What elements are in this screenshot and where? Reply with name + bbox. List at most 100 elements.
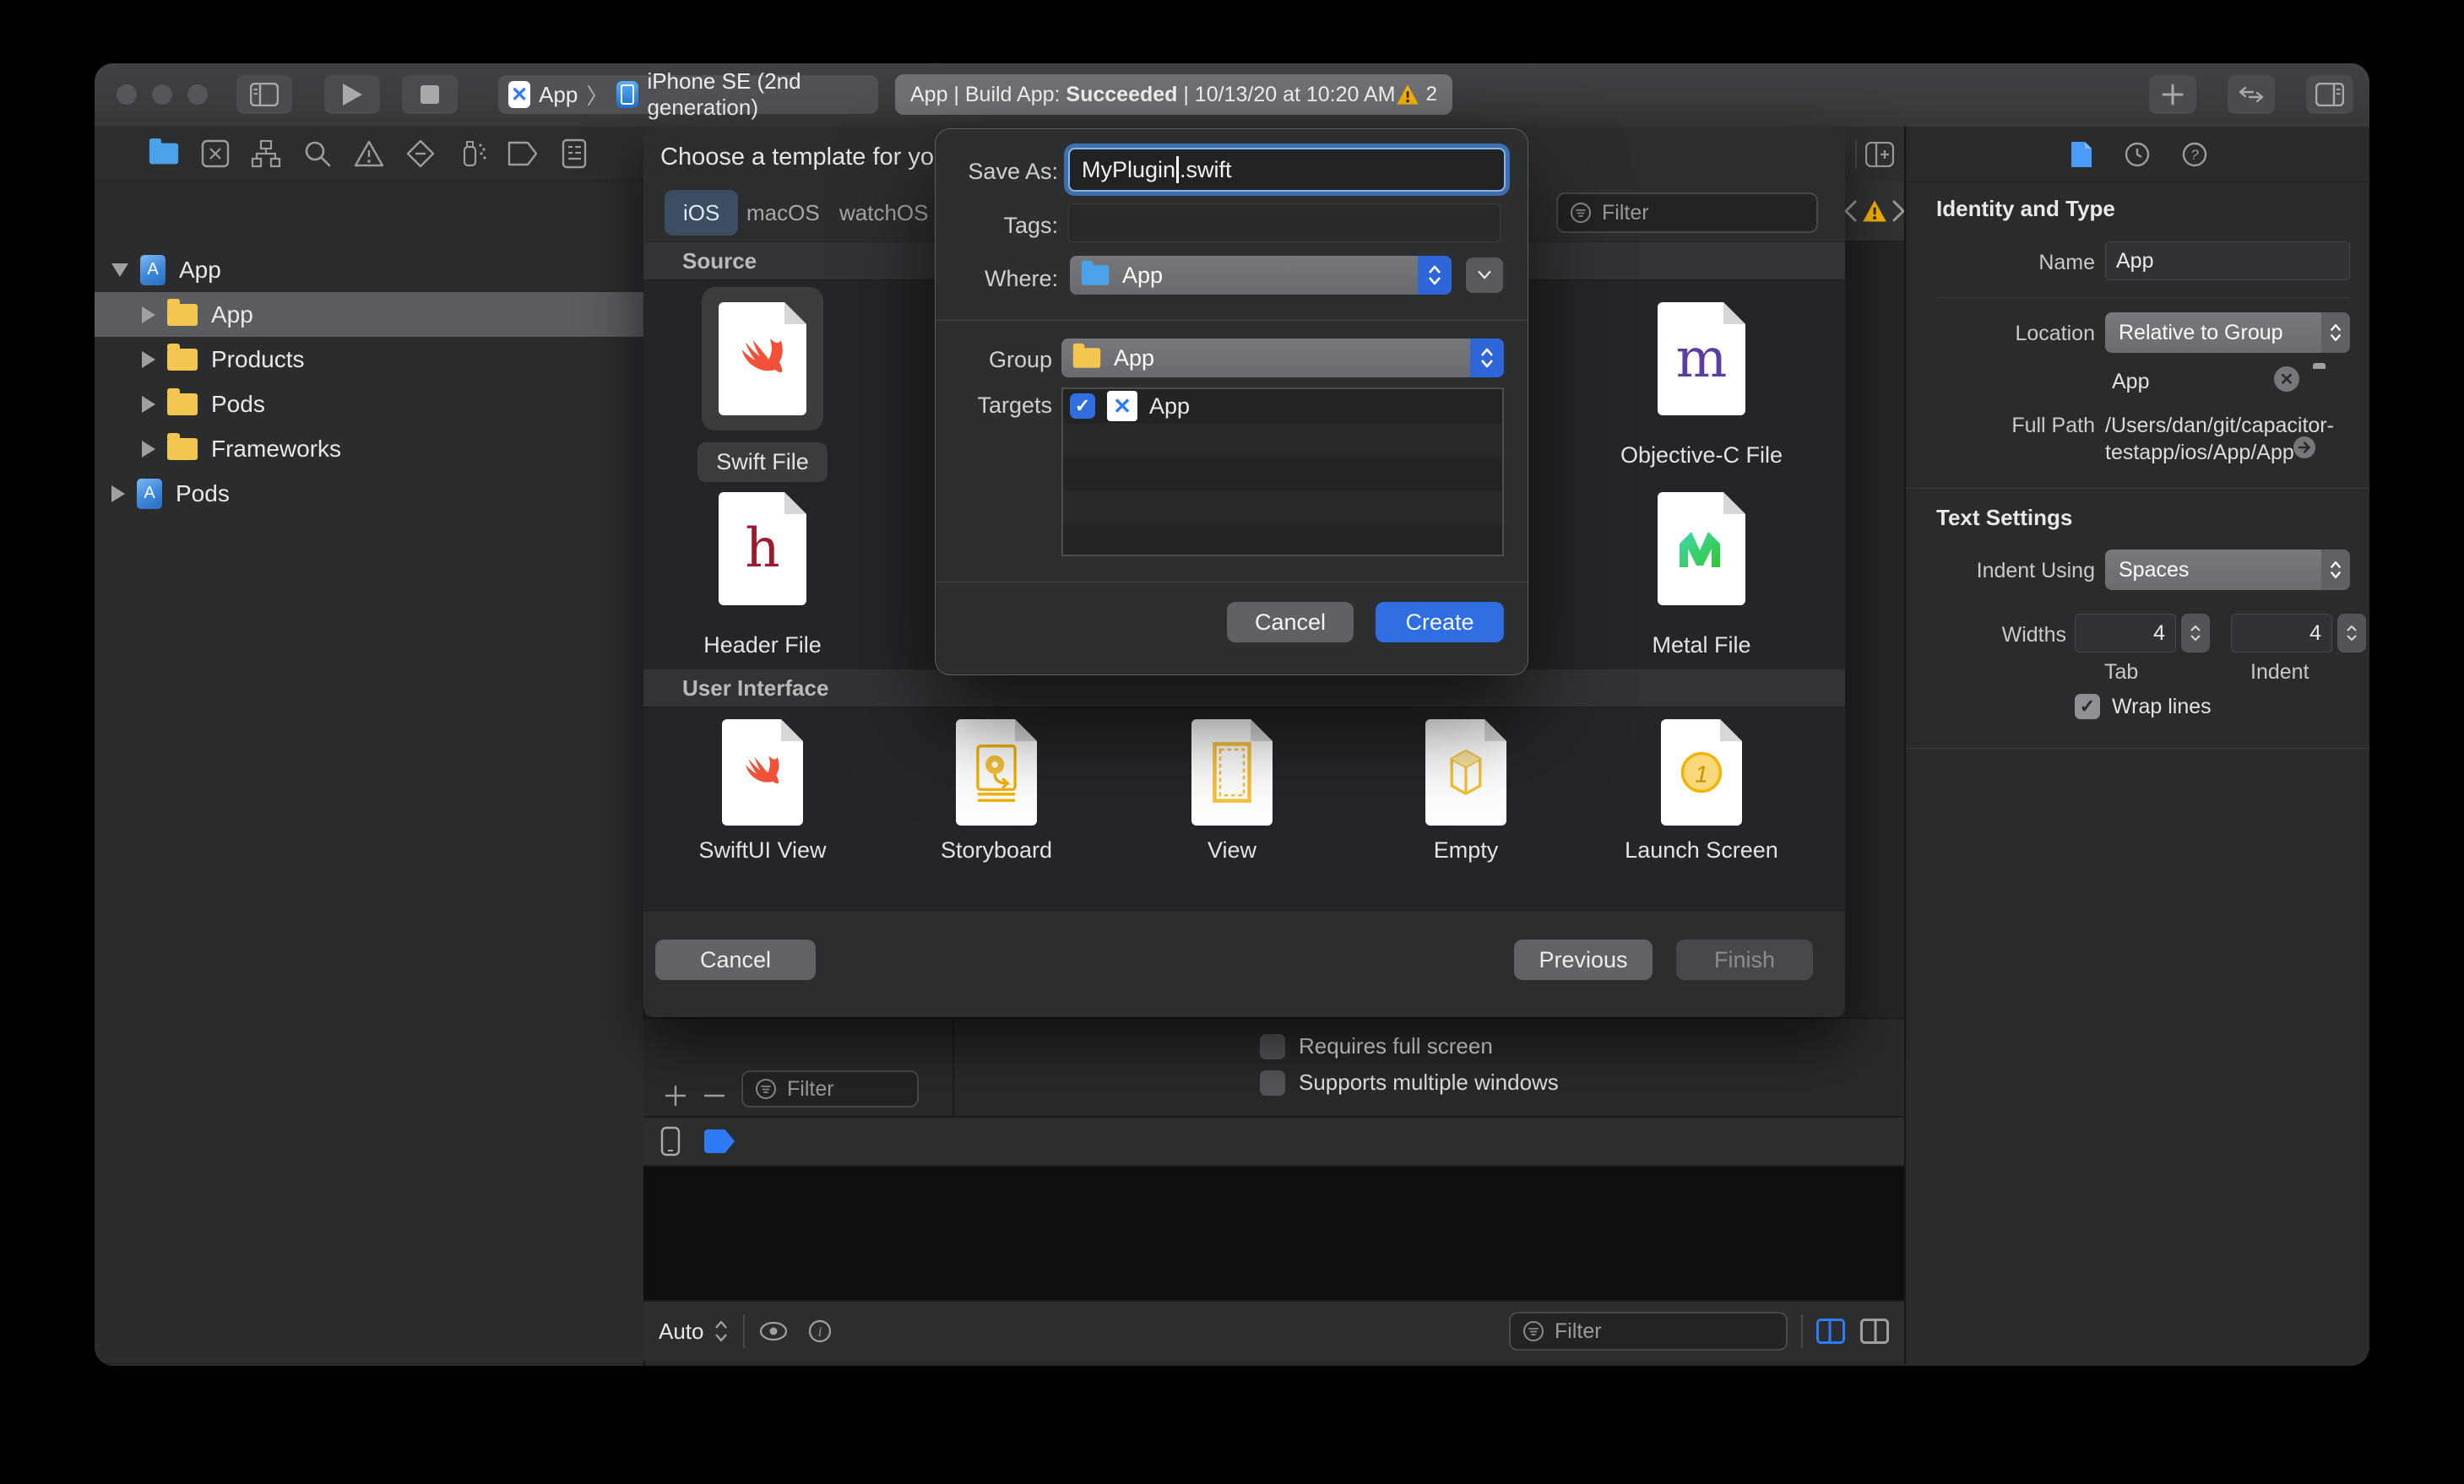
toggle-navigator-button[interactable] — [236, 75, 292, 114]
dialog-divider — [936, 320, 1528, 321]
save-as-field[interactable]: MyPlugin .swift — [1068, 148, 1506, 192]
console-view-toggle-icon[interactable] — [1860, 1319, 1889, 1344]
variables-view-toggle-icon[interactable] — [1816, 1319, 1845, 1344]
disclosure-closed-icon[interactable] — [142, 440, 155, 458]
tab-width-stepper[interactable] — [2181, 614, 2210, 653]
scheme-selector[interactable]: ✕ App 〉 iPhone SE (2nd generation) — [498, 68, 878, 120]
info-icon[interactable]: i — [807, 1319, 833, 1344]
find-navigator-icon[interactable] — [301, 138, 334, 170]
active-tab-tag-icon[interactable] — [704, 1129, 735, 1153]
tab-watchos[interactable]: watchOS — [821, 190, 947, 236]
tree-item-frameworks[interactable]: Frameworks — [95, 426, 643, 471]
tree-item-app-project[interactable]: A App — [95, 247, 643, 292]
disclosure-closed-icon[interactable] — [142, 306, 155, 323]
multiple-windows-checkbox[interactable] — [1260, 1070, 1285, 1096]
disclosure-closed-icon[interactable] — [142, 395, 155, 413]
remove-icon[interactable] — [703, 1084, 726, 1108]
wrap-lines-checkbox[interactable]: ✓ — [2075, 694, 2100, 719]
template-filter-input[interactable] — [1600, 199, 1805, 226]
debug-navigator-icon[interactable] — [456, 138, 488, 170]
expand-dialog-button[interactable] — [1466, 257, 1503, 293]
tree-item-products[interactable]: Products — [95, 337, 643, 382]
toggle-inspectors-button[interactable] — [2306, 75, 2353, 114]
issue-navigator-icon[interactable] — [353, 138, 385, 170]
clear-location-button[interactable]: ✕ — [2274, 366, 2299, 392]
file-inspector-icon[interactable] — [2070, 140, 2093, 169]
disclosure-open-icon[interactable] — [111, 263, 128, 277]
sheet-finish-button[interactable]: Finish — [1676, 940, 1813, 980]
template-launch-screen[interactable]: 1 Launch Screen — [1600, 719, 1803, 864]
sheet-cancel-button[interactable]: Cancel — [655, 940, 816, 980]
template-storyboard[interactable]: Storyboard — [895, 719, 1098, 864]
indent-using-popup[interactable]: Spaces — [2105, 550, 2350, 590]
tags-field[interactable] — [1068, 203, 1501, 242]
tab-width-input[interactable] — [2076, 620, 2175, 646]
code-review-button[interactable] — [2228, 75, 2275, 114]
template-metal-file[interactable]: Metal File — [1600, 477, 1803, 658]
zoom-window-button[interactable] — [187, 84, 208, 105]
disclosure-closed-icon[interactable] — [142, 350, 155, 368]
where-label: Where: — [984, 266, 1058, 291]
editor-strip — [1843, 127, 1906, 1017]
run-button[interactable] — [324, 75, 380, 114]
dialog-create-button[interactable]: Create — [1376, 602, 1504, 642]
dialog-cancel-button[interactable]: Cancel — [1227, 602, 1354, 642]
warning-icon[interactable] — [1862, 199, 1887, 223]
indent-width-input[interactable] — [2232, 620, 2331, 646]
template-swiftui-view[interactable]: SwiftUI View — [661, 719, 864, 864]
test-navigator-icon[interactable] — [404, 138, 437, 170]
navigator-tab-bar — [95, 127, 643, 181]
checkbox-checked-icon[interactable]: ✓ — [1070, 393, 1095, 419]
report-navigator-icon[interactable] — [558, 138, 590, 170]
project-navigator-icon[interactable] — [148, 138, 180, 170]
template-filter-field[interactable] — [1556, 192, 1818, 233]
debug-filter-input[interactable] — [1553, 1318, 1774, 1345]
template-empty[interactable]: Empty — [1365, 719, 1567, 864]
breakpoint-navigator-icon[interactable] — [507, 138, 539, 170]
back-arrow-icon[interactable] — [1843, 200, 1857, 222]
template-header-file[interactable]: h Header File — [661, 477, 864, 658]
template-view[interactable]: View — [1131, 719, 1333, 864]
device-phone-icon[interactable] — [660, 1126, 681, 1156]
name-field[interactable] — [2105, 241, 2350, 280]
add-icon[interactable] — [664, 1084, 687, 1108]
indent-width-stepper[interactable] — [2337, 614, 2366, 653]
debug-filter-field[interactable] — [1509, 1312, 1788, 1351]
settings-filter-input[interactable] — [785, 1075, 905, 1102]
tree-item-pods-folder[interactable]: Pods — [95, 382, 643, 426]
tab-width-field[interactable] — [2075, 614, 2176, 653]
template-swift-file[interactable]: Swift File — [661, 287, 864, 482]
location-group-value: App — [2112, 370, 2150, 393]
sheet-previous-button[interactable]: Previous — [1514, 940, 1653, 980]
indent-width-field[interactable] — [2231, 614, 2332, 653]
group-popup[interactable]: App — [1061, 339, 1504, 377]
tree-item-pods-project[interactable]: A Pods — [95, 471, 643, 516]
library-button[interactable] — [2149, 75, 2196, 114]
debug-mode-label[interactable]: Auto — [659, 1319, 704, 1345]
location-popup[interactable]: Relative to Group — [2105, 312, 2350, 353]
minimize-window-button[interactable] — [152, 84, 172, 105]
source-control-navigator-icon[interactable] — [199, 138, 231, 170]
eye-icon[interactable] — [758, 1320, 789, 1342]
disclosure-closed-icon[interactable] — [111, 485, 125, 502]
status-text: App | Build App: Succeeded | 10/13/20 at… — [910, 82, 1396, 106]
stop-button[interactable] — [402, 75, 458, 114]
history-inspector-icon[interactable] — [2124, 141, 2151, 168]
activity-status-bar[interactable]: App | Build App: Succeeded | 10/13/20 at… — [895, 74, 1452, 115]
stepper-icon[interactable] — [713, 1319, 730, 1344]
widths-label: Widths — [2001, 623, 2066, 647]
help-inspector-icon[interactable]: ? — [2181, 141, 2208, 168]
reveal-path-arrow-icon[interactable] — [2291, 434, 2318, 461]
name-input[interactable] — [2106, 248, 2349, 274]
requires-fullscreen-checkbox[interactable] — [1260, 1033, 1285, 1059]
add-editor-icon[interactable] — [1865, 141, 1894, 167]
identity-section-header: Identity and Type — [1936, 196, 2115, 221]
where-popup[interactable]: App — [1070, 256, 1452, 295]
close-window-button[interactable] — [117, 84, 137, 105]
settings-filter-field[interactable] — [741, 1070, 919, 1108]
template-objc-file[interactable]: m Objective-C File — [1600, 287, 1803, 468]
symbol-navigator-icon[interactable] — [250, 138, 282, 170]
warning-badge[interactable]: 2 — [1396, 83, 1437, 106]
target-row-app[interactable]: ✓ ✕ App — [1063, 389, 1502, 423]
tree-item-app-folder[interactable]: App — [95, 292, 643, 337]
